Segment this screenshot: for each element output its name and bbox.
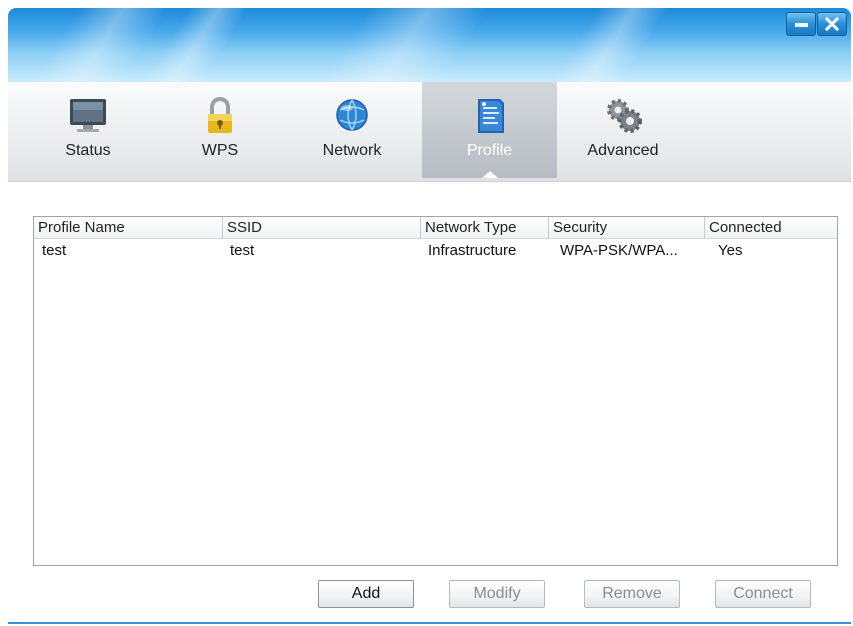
tab-status[interactable]: Status xyxy=(22,82,154,178)
main-toolbar: Status WPS Network Profile Advanced xyxy=(8,82,851,182)
tab-advanced[interactable]: Advanced xyxy=(557,82,689,178)
tab-network[interactable]: Network xyxy=(286,82,418,178)
cell-ssid: test xyxy=(230,242,255,259)
close-icon xyxy=(825,17,839,31)
padlock-icon xyxy=(200,96,240,136)
profile-document-icon xyxy=(470,96,510,136)
remove-button[interactable]: Remove xyxy=(584,580,680,608)
add-button[interactable]: Add xyxy=(318,580,414,608)
cell-connected: Yes xyxy=(718,242,743,259)
cell-security: WPA-PSK/WPA... xyxy=(560,242,678,259)
tab-wps-label: WPS xyxy=(201,142,239,159)
gears-icon xyxy=(603,96,643,136)
tab-wps[interactable]: WPS xyxy=(154,82,286,178)
app-window: Status WPS Network Profile Advanced Prof… xyxy=(8,8,851,624)
profile-panel: Profile Name SSID Network Type Security … xyxy=(8,182,851,624)
cell-profile-name: test xyxy=(42,242,67,259)
globe-icon xyxy=(332,96,372,136)
active-tab-pointer xyxy=(481,171,498,178)
tab-network-label: Network xyxy=(322,142,382,159)
tab-profile-label: Profile xyxy=(466,142,513,159)
title-bar-glare xyxy=(518,8,688,82)
modify-button[interactable]: Modify xyxy=(449,580,545,608)
window-controls xyxy=(786,12,847,38)
column-header-security[interactable]: Security xyxy=(548,217,704,239)
tab-advanced-label: Advanced xyxy=(587,142,659,159)
cell-network-type: Infrastructure xyxy=(428,242,517,259)
connect-button[interactable]: Connect xyxy=(715,580,811,608)
minimize-button[interactable] xyxy=(786,12,816,36)
title-bar-glare xyxy=(288,8,508,82)
column-header-network-type[interactable]: Network Type xyxy=(420,217,548,239)
monitor-icon xyxy=(68,96,108,136)
tab-profile[interactable]: Profile xyxy=(422,82,557,178)
profile-list[interactable]: Profile Name SSID Network Type Security … xyxy=(33,216,838,566)
column-header-ssid[interactable]: SSID xyxy=(222,217,420,239)
title-bar[interactable] xyxy=(8,8,851,82)
profile-list-header: Profile Name SSID Network Type Security … xyxy=(34,217,837,239)
window-bottom-border xyxy=(8,622,851,624)
column-header-profile-name[interactable]: Profile Name xyxy=(34,217,222,239)
close-button[interactable] xyxy=(817,12,847,36)
minimize-icon xyxy=(794,23,808,27)
table-row[interactable]: test test Infrastructure WPA-PSK/WPA... … xyxy=(34,240,837,262)
tab-status-label: Status xyxy=(65,142,111,159)
column-header-connected[interactable]: Connected xyxy=(704,217,837,239)
